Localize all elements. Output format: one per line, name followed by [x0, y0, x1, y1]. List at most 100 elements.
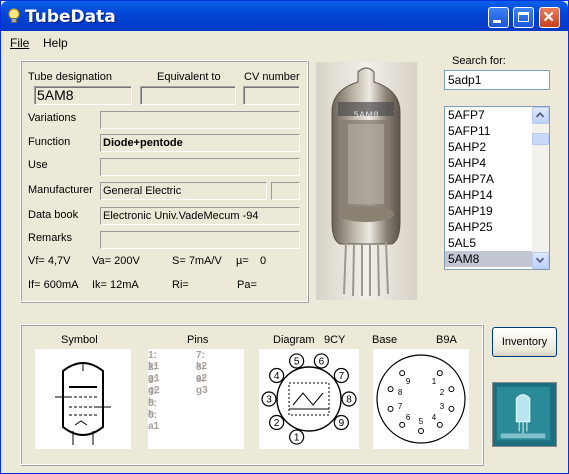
base-pin-number: 5	[419, 417, 424, 426]
maximize-button[interactable]	[513, 7, 534, 28]
param-mu-value: 0	[260, 255, 267, 267]
tube-symbol-drawing	[55, 362, 111, 445]
diagram-pin-number: 8	[346, 395, 352, 406]
diagram-pin: 9	[333, 414, 349, 431]
param-ri: Ri=	[172, 279, 189, 291]
diagram-pin-number: 7	[339, 371, 345, 382]
manufacturer-field[interactable]: General Electric	[100, 182, 267, 200]
pins-title: Pins	[187, 334, 209, 346]
param-mu: µ=	[236, 255, 249, 267]
base-pin-number: 1	[432, 377, 437, 386]
function-label: Function	[28, 136, 71, 148]
base-diagram-drawing: 12 34567 89	[376, 354, 466, 444]
variations-field[interactable]	[100, 111, 300, 129]
scroll-down-button[interactable]	[532, 252, 549, 269]
pin-diagram-drawing: 1 2 3 4 5 6 7 8 9	[261, 353, 357, 445]
diagram-pin-number: 4	[274, 371, 280, 382]
base-pin-number: 8	[398, 388, 403, 397]
base-pin: 4	[432, 413, 443, 428]
use-field[interactable]	[100, 158, 300, 176]
base-pin: 1	[432, 370, 443, 386]
base-title: Base	[372, 334, 398, 346]
diagram-pin-number: 9	[339, 418, 345, 429]
equivalent-label: Equivalent to	[157, 71, 221, 83]
remarks-field[interactable]	[100, 231, 300, 249]
menu-file[interactable]: File	[10, 36, 29, 50]
databook-field[interactable]: Electronic Univ.VadeMecum -94	[100, 207, 300, 225]
close-button[interactable]	[539, 7, 560, 28]
databook-label: Data book	[28, 209, 79, 221]
designation-field[interactable]: 5AM8	[34, 86, 132, 105]
base-pin: 9	[399, 370, 411, 386]
maximize-icon	[518, 12, 529, 22]
diagram-pin: 8	[341, 391, 357, 407]
tube-photo: 5AM8	[316, 62, 417, 300]
base-pin-number: 2	[440, 388, 445, 397]
pin-diagram: 1 2 3 4 5 6 7 8 9	[259, 349, 359, 449]
equivalent-field[interactable]	[140, 86, 236, 105]
pins-panel: 1: k1 2: g1 3: g2 4: h 5: h 6: a1 7: k2 8: a2 9…	[148, 349, 244, 449]
diagram-pin-number: 6	[319, 356, 325, 367]
tube-logo[interactable]	[492, 382, 557, 447]
base-pin: 8	[387, 386, 403, 397]
tube-print: 5AM8	[353, 111, 379, 121]
tube-listbox[interactable]: 5AFP7 5AFP11 5AHP2 5AHP4 5AHP7A 5AHP14 5AHP19 5…	[444, 106, 550, 270]
base-diagram: 12 34567 89	[373, 349, 469, 449]
base-pin: 6	[399, 413, 411, 428]
close-icon	[543, 11, 554, 22]
base-pin: 2	[440, 386, 455, 397]
param-if: If= 600mA	[28, 279, 79, 291]
function-field[interactable]: Diode+pentode	[100, 134, 300, 152]
variations-label: Variations	[28, 112, 77, 124]
chevron-down-icon	[535, 257, 545, 264]
inventory-button[interactable]: Inventory	[492, 327, 557, 357]
scroll-thumb[interactable]	[532, 133, 549, 145]
diagram-pin: 4	[269, 367, 285, 384]
base-pin: 3	[440, 402, 455, 412]
diagram-title: Diagram	[273, 334, 315, 346]
diagram-pin-number: 3	[266, 395, 272, 406]
base-code: B9A	[436, 334, 457, 346]
search-input[interactable]: 5adp1	[444, 70, 550, 90]
base-pin-number: 9	[406, 377, 411, 386]
main-window: TubeData File Help Tube designation Equi…	[0, 0, 569, 474]
diagram-pin: 1	[289, 429, 305, 445]
base-pin-number: 7	[398, 402, 403, 411]
search-label: Search for:	[452, 55, 506, 67]
diagram-pin-number: 2	[274, 418, 280, 429]
diagram-code: 9CY	[324, 334, 346, 346]
tube-logo-icon	[496, 386, 551, 441]
diagram-pin-number: 5	[294, 356, 300, 367]
manufacturer-label: Manufacturer	[28, 184, 93, 196]
param-s: S= 7mA/V	[172, 255, 222, 267]
menu-file-label: File	[10, 36, 30, 50]
diagram-pin: 6	[313, 353, 329, 369]
pin-assignment: 6: a1	[148, 410, 160, 432]
base-pin: 5	[418, 417, 424, 434]
base-pin-number: 6	[406, 413, 411, 422]
diagram-pin: 5	[289, 353, 305, 369]
listbox-scrollbar[interactable]	[532, 107, 549, 269]
manufacturer-code-field[interactable]	[271, 182, 300, 200]
diagram-pin: 3	[261, 391, 277, 407]
cv-label: CV number	[244, 71, 300, 83]
minimize-icon	[493, 20, 501, 23]
symbol-title: Symbol	[61, 334, 98, 346]
title-bar[interactable]: TubeData	[1, 1, 568, 31]
vacuum-tube-image: 5AM8	[331, 67, 401, 297]
window-title: TubeData	[25, 7, 116, 27]
diagram-pin-number: 1	[294, 433, 300, 444]
diagram-pin: 7	[333, 367, 349, 384]
designation-label: Tube designation	[28, 71, 112, 83]
base-pin: 7	[387, 402, 403, 412]
scroll-up-button[interactable]	[532, 107, 549, 124]
param-va: Va= 200V	[92, 255, 140, 267]
minimize-button[interactable]	[488, 7, 509, 28]
menu-bar: File Help	[1, 32, 568, 52]
param-vf: Vf= 4,7V	[28, 255, 71, 267]
menu-help[interactable]: Help	[43, 36, 68, 50]
menu-help-label: Help	[43, 36, 68, 50]
pin-assignment: 9: g3	[196, 374, 208, 396]
base-pin-number: 4	[432, 413, 437, 422]
cv-field[interactable]	[243, 86, 300, 105]
